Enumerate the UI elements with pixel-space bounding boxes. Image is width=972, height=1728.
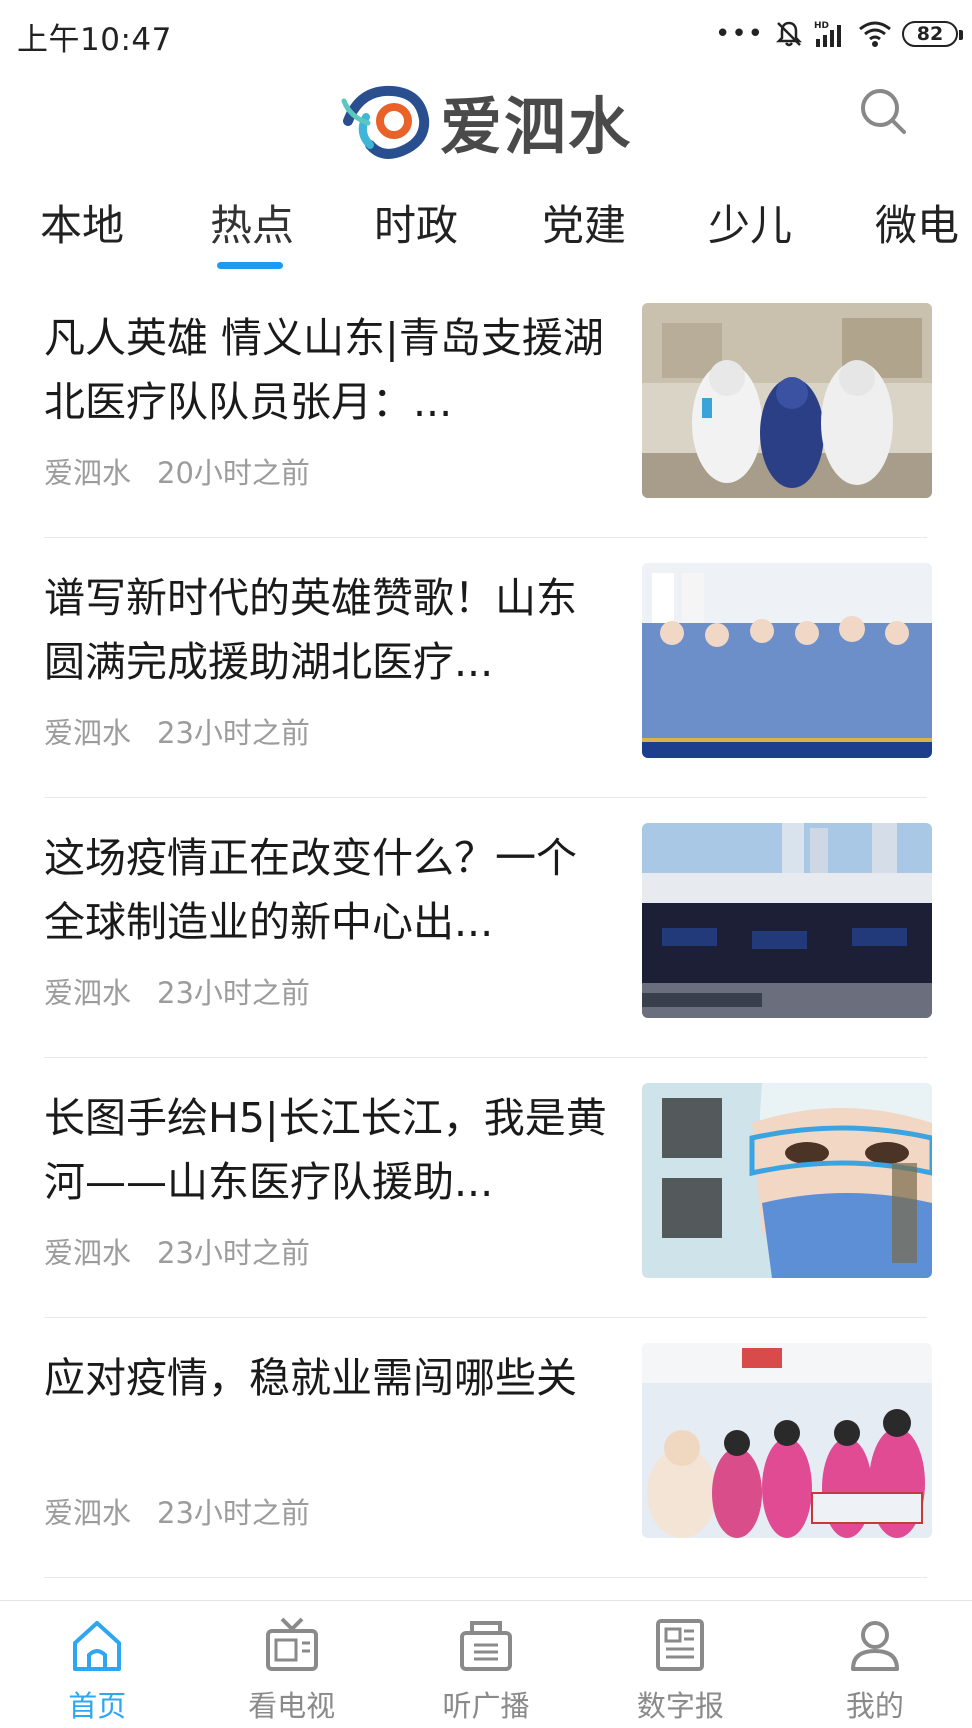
- news-thumbnail[interactable]: [642, 563, 932, 758]
- cell-signal-icon: HD: [814, 21, 841, 47]
- notification-dots: •••: [714, 19, 764, 49]
- news-title[interactable]: 谱写新时代的英雄赞歌！山东圆满完成援助湖北医疗...: [44, 566, 614, 694]
- radio-icon: [460, 1621, 513, 1671]
- news-meta: 爱泗水 23小时之前: [44, 1230, 310, 1272]
- svg-text:HD: HD: [814, 21, 829, 31]
- nav-label: 看电视: [248, 1689, 336, 1723]
- tab-party[interactable]: 党建: [542, 192, 626, 253]
- logo-swirl-icon: [341, 85, 430, 159]
- app-title: 爱泗水: [440, 90, 633, 163]
- news-thumbnail[interactable]: [642, 823, 932, 1018]
- news-meta: 爱泗水 20小时之前: [44, 450, 310, 492]
- nav-radio[interactable]: 听广播: [389, 1601, 583, 1728]
- news-source: 爱泗水: [44, 1496, 132, 1530]
- news-title[interactable]: 凡人英雄 情义山东|青岛支援湖北医疗队队员张月：...: [44, 306, 614, 434]
- news-time: 23小时之前: [157, 1236, 310, 1270]
- nav-label: 我的: [845, 1689, 904, 1723]
- news-meta: 爱泗水 23小时之前: [44, 1490, 310, 1532]
- news-item[interactable]: 应对疫情，稳就业需闯哪些关 爱泗水 23小时之前: [44, 1318, 932, 1578]
- mute-icon: [775, 21, 803, 47]
- news-meta: 爱泗水 23小时之前: [44, 710, 310, 752]
- news-list: 凡人英雄 情义山东|青岛支援湖北医疗队队员张月：... 爱泗水 20小时之前 谱…: [0, 278, 972, 1578]
- tv-icon: [265, 1617, 318, 1671]
- status-bar: 上午10:47 ••• HD 82: [0, 0, 972, 68]
- wifi-icon: [859, 21, 891, 47]
- news-thumbnail[interactable]: [642, 303, 932, 498]
- news-item[interactable]: 长图手绘H5|长江长江，我是黄河——山东医疗队援助... 爱泗水 23小时之前: [44, 1058, 932, 1318]
- news-source: 爱泗水: [44, 976, 132, 1010]
- news-item[interactable]: 谱写新时代的英雄赞歌！山东圆满完成援助湖北医疗... 爱泗水 23小时之前: [44, 538, 932, 798]
- app-header: 爱泗水: [0, 68, 972, 178]
- tab-hot[interactable]: 热点: [210, 192, 294, 253]
- app-logo: 爱泗水: [340, 76, 632, 166]
- news-title[interactable]: 这场疫情正在改变什么？一个全球制造业的新中心出...: [44, 826, 614, 954]
- active-tab-indicator: [217, 262, 283, 269]
- news-title[interactable]: 长图手绘H5|长江长江，我是黄河——山东医疗队援助...: [44, 1086, 614, 1214]
- tab-micro-film[interactable]: 微电: [875, 192, 959, 253]
- newspaper-icon: [656, 1619, 705, 1671]
- news-thumbnail[interactable]: [642, 1343, 932, 1538]
- nav-label: 首页: [68, 1689, 127, 1723]
- news-thumbnail[interactable]: [642, 1083, 932, 1278]
- news-time: 23小时之前: [157, 716, 310, 750]
- news-title[interactable]: 应对疫情，稳就业需闯哪些关: [44, 1346, 614, 1410]
- nav-tv[interactable]: 看电视: [194, 1601, 388, 1728]
- news-time: 23小时之前: [157, 1496, 310, 1530]
- tab-children[interactable]: 少儿: [708, 192, 792, 253]
- nav-newspaper[interactable]: 数字报: [583, 1601, 777, 1728]
- nav-home[interactable]: 首页: [0, 1601, 194, 1728]
- news-meta: 爱泗水 23小时之前: [44, 970, 310, 1012]
- status-time: 上午10:47: [17, 22, 172, 58]
- tab-politics[interactable]: 时政: [374, 192, 458, 253]
- search-icon[interactable]: [854, 82, 914, 142]
- category-tabs: 本地 热点 时政 党建 少儿 微电: [0, 178, 972, 278]
- news-item[interactable]: 这场疫情正在改变什么？一个全球制造业的新中心出... 爱泗水 23小时之前: [44, 798, 932, 1058]
- tab-local[interactable]: 本地: [40, 192, 124, 253]
- nav-label: 听广播: [442, 1689, 530, 1723]
- news-item[interactable]: 凡人英雄 情义山东|青岛支援湖北医疗队队员张月：... 爱泗水 20小时之前: [44, 278, 932, 538]
- news-source: 爱泗水: [44, 456, 132, 490]
- battery-indicator: 82: [902, 21, 963, 47]
- news-time: 23小时之前: [157, 976, 310, 1010]
- nav-label: 数字报: [636, 1689, 724, 1723]
- news-source: 爱泗水: [44, 1236, 132, 1270]
- bottom-nav: 首页 看电视 听广播 数字报 我的: [0, 1600, 972, 1728]
- user-icon: [850, 1621, 899, 1671]
- status-icons: ••• HD 82: [714, 14, 963, 54]
- news-time: 20小时之前: [157, 456, 310, 490]
- home-icon: [73, 1621, 122, 1671]
- news-source: 爱泗水: [44, 716, 132, 750]
- nav-profile[interactable]: 我的: [778, 1601, 972, 1728]
